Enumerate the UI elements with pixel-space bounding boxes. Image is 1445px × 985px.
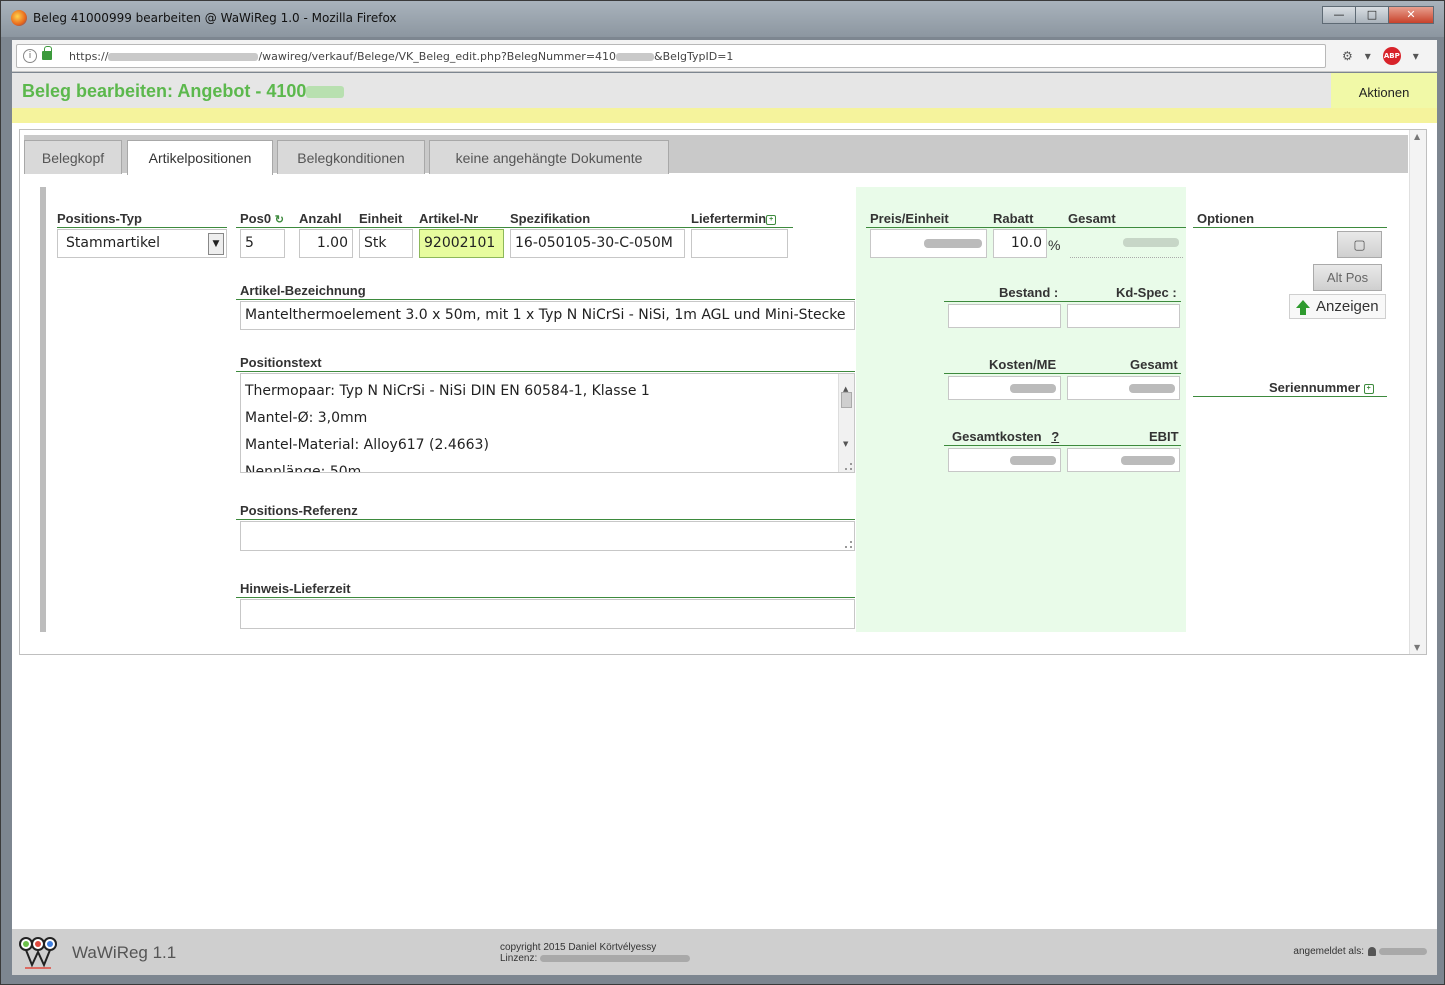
tab-artikelpositionen[interactable]: Artikelpositionen <box>127 140 273 175</box>
preis-einheit-input[interactable] <box>870 229 987 258</box>
gesamt-label: Gesamt <box>1068 211 1116 226</box>
hinweis-lieferzeit-label: Hinweis-Lieferzeit <box>240 581 351 596</box>
artikel-bezeichnung-input[interactable]: Mantelthermoelement 3.0 x 50m, mit 1 x T… <box>240 301 855 330</box>
rabatt-label: Rabatt <box>993 211 1034 226</box>
browser-window: Beleg 41000999 bearbeiten @ WaWiReg 1.0 … <box>0 0 1445 985</box>
gesamt-value <box>1070 229 1183 258</box>
tab-belegkopf[interactable]: Belegkopf <box>24 140 122 174</box>
anzahl-label: Anzahl <box>299 211 342 226</box>
spezifikation-label: Spezifikation <box>510 211 591 226</box>
ebit-label: EBIT <box>1149 429 1179 444</box>
footer: WaWiReg 1.1 copyright 2015 Daniel Körtvé… <box>12 929 1437 975</box>
close-button[interactable]: ✕ <box>1388 6 1434 24</box>
anzahl-input[interactable]: 1.00 <box>299 229 353 258</box>
positionstext-label: Positionstext <box>240 355 322 370</box>
brand-name: WaWiReg 1.1 <box>72 943 177 962</box>
dropdown-arrow-icon[interactable]: ▾ <box>1413 49 1419 63</box>
positionstext-textarea[interactable]: Thermopaar: Typ N NiCrSi - NiSi DIN EN 6… <box>240 373 855 473</box>
alt-pos-button[interactable]: Alt Pos <box>1313 264 1382 291</box>
help-icon[interactable]: ? <box>1051 429 1059 444</box>
liefertermin-input[interactable] <box>691 229 788 258</box>
tab-dokumente[interactable]: keine angehängte Dokumente <box>429 140 669 174</box>
textarea-scrollbar[interactable]: ▲ ▼ <box>838 374 854 472</box>
login-info: angemeldet als: <box>1293 946 1427 957</box>
maximize-button[interactable]: □ <box>1355 6 1389 24</box>
info-icon[interactable]: i <box>23 49 37 63</box>
navigation-bar: i https:///wawireg/verkauf/Belege/VK_Bel… <box>12 40 1437 72</box>
page: Beleg bearbeiten: Angebot - 4100 Aktione… <box>12 73 1437 975</box>
url-text: https:///wawireg/verkauf/Belege/VK_Beleg… <box>69 50 734 63</box>
url-bar[interactable]: i https:///wawireg/verkauf/Belege/VK_Bel… <box>16 44 1326 68</box>
positions-referenz-textarea[interactable] <box>240 521 855 551</box>
tab-bar: Belegkopf Artikelpositionen Belegkonditi… <box>24 135 1408 175</box>
spezifikation-input[interactable]: 16-050105-30-C-050M <box>510 229 685 258</box>
gesamtkosten-input[interactable] <box>948 448 1061 472</box>
einheit-label: Einheit <box>359 211 403 226</box>
page-title: Beleg bearbeiten: Angebot - 4100 <box>22 81 345 102</box>
tab-belegkonditionen[interactable]: Belegkonditionen <box>277 140 425 174</box>
user-icon <box>1368 946 1376 956</box>
kd-spec-input[interactable] <box>1067 304 1180 328</box>
firefox-icon <box>11 10 27 26</box>
wawireg-logo-icon <box>19 937 57 969</box>
title-bar: Beleg 41000999 bearbeiten @ WaWiReg 1.0 … <box>1 1 1444 37</box>
preis-einheit-label: Preis/Einheit <box>870 211 949 226</box>
optionen-label: Optionen <box>1197 211 1255 226</box>
positions-typ-label: Positions-Typ <box>57 211 142 226</box>
puzzle-icon[interactable]: ⚙ <box>1342 49 1353 63</box>
refresh-icon[interactable]: ↻ <box>275 214 284 226</box>
left-border <box>40 187 46 632</box>
artikel-nr-input[interactable]: 92002101 <box>419 229 504 258</box>
resize-handle[interactable] <box>845 541 852 548</box>
einheit-input[interactable]: Stk <box>359 229 413 258</box>
gesamtkosten-label: Gesamtkosten ? <box>952 429 1060 444</box>
add-icon[interactable]: + <box>1363 383 1374 394</box>
rabatt-input[interactable]: 10.0 <box>993 229 1047 258</box>
pos0-label: Pos0 ↻ <box>240 211 284 226</box>
positionstext-line: Mantel-Material: Alloy617 (2.4663) <box>245 437 489 453</box>
calendar-icon[interactable]: + <box>766 214 777 225</box>
resize-handle[interactable] <box>845 463 852 470</box>
pos0-input[interactable]: 5 <box>240 229 285 258</box>
kosten-gesamt-input[interactable] <box>1067 376 1180 400</box>
liefertermin-label: Liefertermin + <box>691 211 777 226</box>
anzeigen-button[interactable]: Anzeigen <box>1289 294 1386 319</box>
positionstext-line: Nennlänge: 50m <box>245 464 362 473</box>
ebit-input[interactable] <box>1067 448 1180 472</box>
positions-referenz-label: Positions-Referenz <box>240 503 358 518</box>
page-scrollbar[interactable]: ▲ ▼ <box>1409 130 1426 654</box>
kosten-me-input[interactable] <box>948 376 1061 400</box>
lock-icon <box>42 46 52 60</box>
dropdown-arrow-icon[interactable]: ▾ <box>1365 49 1371 63</box>
artikel-nr-label: Artikel-Nr <box>419 211 479 226</box>
positionstext-line: Mantel-Ø: 3,0mm <box>245 410 368 426</box>
kosten-me-label: Kosten/ME <box>989 357 1057 372</box>
seriennummer-label: Seriennummer + <box>1269 380 1374 395</box>
kd-spec-label: Kd-Spec : <box>1116 285 1177 300</box>
bestand-input[interactable] <box>948 304 1061 328</box>
positionstext-line: Thermopaar: Typ N NiCrSi - NiSi DIN EN 6… <box>245 383 650 399</box>
status-bar <box>12 108 1437 123</box>
page-header: Beleg bearbeiten: Angebot - 4100 Aktione… <box>12 73 1437 108</box>
kosten-gesamt-label: Gesamt <box>1130 357 1178 372</box>
hinweis-lieferzeit-input[interactable] <box>240 599 855 629</box>
window-title: Beleg 41000999 bearbeiten @ WaWiReg 1.0 … <box>33 11 397 25</box>
copyright-text: copyright 2015 Daniel Körtvélyessy Linze… <box>500 942 691 964</box>
option-checkbox-button[interactable]: ▢ <box>1337 231 1382 258</box>
artikel-bezeichnung-label: Artikel-Bezeichnung <box>240 283 366 298</box>
rabatt-unit: % <box>1048 237 1061 253</box>
position-form: Positions-Typ Stammartikel ▼ Pos0 ↻ 5 An… <box>40 187 1408 632</box>
minimize-button[interactable]: — <box>1322 6 1356 24</box>
upload-icon <box>1296 300 1310 315</box>
adblock-icon[interactable]: ABP <box>1382 47 1401 65</box>
aktionen-button[interactable]: Aktionen <box>1331 73 1437 108</box>
bestand-label: Bestand : <box>999 285 1059 300</box>
edit-panel: Belegkopf Artikelpositionen Belegkonditi… <box>19 129 1427 655</box>
positions-typ-select[interactable]: Stammartikel ▼ <box>57 229 227 258</box>
chevron-down-icon[interactable]: ▼ <box>208 233 224 255</box>
